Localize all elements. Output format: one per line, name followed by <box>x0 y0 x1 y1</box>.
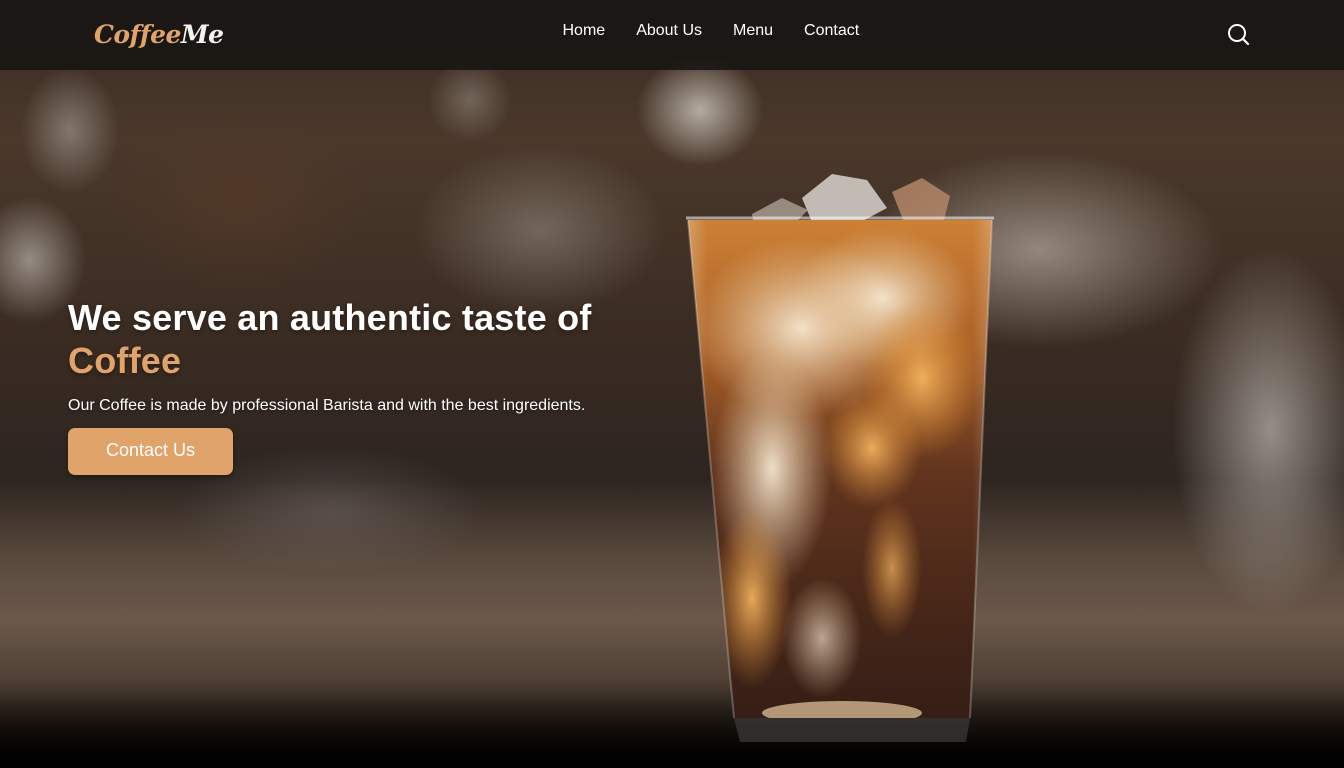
brand-logo[interactable]: CoffeeMe <box>94 17 224 53</box>
nav-link-home[interactable]: Home <box>547 20 621 42</box>
nav-link-contact[interactable]: Contact <box>789 20 875 42</box>
nav-link-menu[interactable]: Menu <box>718 20 789 42</box>
logo-text-me: Me <box>180 20 224 49</box>
hero-title-accent: Coffee <box>68 340 182 381</box>
navbar: CoffeeMe Home About Us Menu Contact <box>0 0 1344 70</box>
hero-title-line: We serve an authentic taste of <box>68 297 592 338</box>
iced-coffee-glass-image <box>686 174 994 742</box>
main-nav: Home About Us Menu Contact <box>547 20 875 42</box>
hero-title: We serve an authentic taste of Coffee <box>68 296 668 382</box>
hero-content: We serve an authentic taste of Coffee Ou… <box>68 296 668 475</box>
contact-us-button[interactable]: Contact Us <box>68 428 233 475</box>
hero-subtitle: Our Coffee is made by professional Baris… <box>68 397 586 414</box>
page: CoffeeMe Home About Us Menu Contact We s… <box>0 0 1344 768</box>
logo-text-coffee: Coffee <box>94 20 181 49</box>
search-icon <box>1228 24 1250 46</box>
nav-link-about-us[interactable]: About Us <box>621 20 718 42</box>
search-button[interactable] <box>1225 21 1251 47</box>
